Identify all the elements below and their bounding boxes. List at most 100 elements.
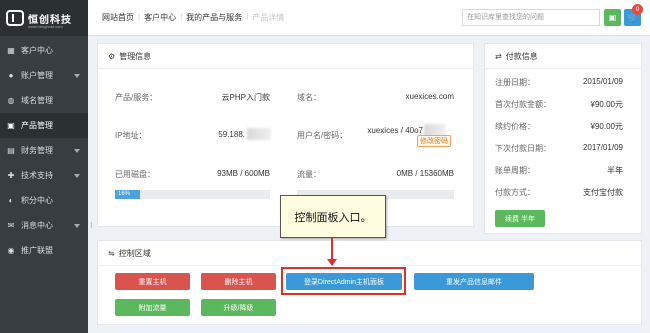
message-icon: ✉ (7, 221, 15, 230)
disk-usage-fill: 16% (115, 190, 140, 199)
annotation-arrow (331, 238, 333, 260)
renew-button[interactable]: 续费 半年 (495, 210, 545, 227)
payment-info-title: 付款信息 (505, 51, 538, 61)
domain-label: 域名： (297, 93, 321, 102)
sidebar-item-4[interactable]: ▤ 财务管理 (0, 138, 88, 163)
payment-row-value: 支付宝付款 (583, 188, 623, 197)
breadcrumb-home[interactable]: 网站首页 (98, 12, 138, 23)
sidebar-item-1[interactable]: ● 账户管理 (0, 63, 88, 88)
cart-count-badge: 0 (632, 4, 643, 15)
payment-row: 注册日期： 2015/01/09 (495, 77, 633, 88)
payment-row-value: 2017/01/09 (582, 143, 623, 152)
ip-label: IP地址： (115, 131, 147, 140)
chevron-down-icon (74, 74, 80, 78)
exchange-icon: ⇄ (495, 51, 502, 61)
breadcrumb-product-detail: 产品详情 (252, 13, 285, 22)
breadcrumb-client-center[interactable]: 客户中心 (140, 12, 180, 23)
product-value: 云PHP入门款 (221, 93, 270, 102)
user-icon: ● (8, 71, 14, 80)
logo[interactable]: 恒创科技 www.henghost.com (0, 0, 88, 36)
sidebar-item-label: 产品管理 (21, 121, 53, 130)
chevron-down-icon (74, 174, 80, 178)
sidebar-item-7[interactable]: ✉ 消息中心 (0, 213, 88, 238)
disk-usage-bar: 16% (115, 190, 270, 199)
box-icon: ▣ (7, 121, 15, 130)
ip-value: 59.188. (218, 130, 245, 139)
drag-handle-icon[interactable]: ⁝ (90, 221, 93, 230)
sidebar-item-2[interactable]: ◍ 域名管理 (0, 88, 88, 113)
book-icon: ▣ (608, 13, 617, 22)
payment-row-label: 下次付款日期： (495, 144, 551, 153)
username-value: xuexices / 40o7 (367, 126, 423, 135)
sidebar-item-label: 财务管理 (21, 146, 53, 155)
wallet-icon: ▤ (7, 146, 15, 155)
breadcrumb: 网站首页 | 客户中心 | 我的产品与服务 | 产品详情 (98, 12, 288, 23)
delete-host-button[interactable]: 删除主机 (201, 273, 276, 290)
payment-row-label: 注册日期： (495, 78, 535, 87)
extra-traffic-button[interactable]: 附加流量 (115, 299, 190, 316)
payment-row: 续约价格： ¥90.00元 (495, 121, 633, 132)
annotation-callout: 控制面板入口。 (280, 195, 386, 238)
payment-row-value: ¥90.00元 (590, 100, 623, 109)
change-password-link[interactable]: 修改密码 (417, 135, 451, 147)
support-icon: ✚ (7, 171, 15, 180)
sidebar-item-label: 消息中心 (21, 221, 53, 230)
annotation-arrow-head (327, 259, 337, 266)
payment-row-label: 账单周期： (495, 166, 535, 175)
payment-row-value: ¥90.00元 (590, 122, 623, 131)
control-area-panel: ⇋ 控制区域 重置主机 删除主机 登录DirectAdmin主机面板 重发产品信… (97, 240, 642, 325)
disk-label: 已用磁盘： (115, 170, 155, 179)
payment-row-label: 续约价格： (495, 122, 535, 131)
sidebar-item-label: 账户管理 (21, 71, 53, 80)
domain-value: xuexices.com (405, 92, 454, 101)
logo-icon (6, 10, 24, 26)
sidebar-nav: ▦ 客户中心 ● 账户管理 ◍ 域名管理 ▣ 产品管理 ▤ 财务管理 ✚ 技术支持 ◐ 积分中心 ✉ 消息中心… (0, 36, 88, 263)
search-input[interactable] (462, 9, 600, 26)
resend-product-email-button[interactable]: 重发产品信息邮件 (414, 273, 534, 290)
payment-row-label: 付款方式： (495, 188, 535, 197)
sidebar: 恒创科技 www.henghost.com ▦ 客户中心 ● 账户管理 ◍ 域名管理 ▣ 产品… (0, 0, 88, 333)
payment-row: 账单周期： 半年 (495, 165, 633, 176)
knowledge-base-button[interactable]: ▣ (604, 9, 621, 26)
chevron-down-icon (74, 149, 80, 153)
reset-host-button[interactable]: 重置主机 (115, 273, 190, 290)
sidebar-item-label: 积分中心 (21, 196, 53, 205)
payment-info-header: ⇄ 付款信息 (485, 44, 641, 69)
management-info-header: ⚙ 管理信息 (98, 44, 473, 69)
promo-icon: ◉ (7, 246, 15, 255)
points-icon: ◐ (8, 196, 14, 205)
sidebar-item-label: 客户中心 (21, 46, 53, 55)
traffic-label: 流量： (297, 170, 321, 179)
topbar: 网站首页 | 客户中心 | 我的产品与服务 | 产品详情 ▣ 🛒 0 (88, 0, 650, 36)
payment-row: 下次付款日期： 2017/01/09 (495, 143, 633, 154)
sidebar-item-8[interactable]: ◉ 推广联盟 (0, 238, 88, 263)
payment-row-value: 半年 (607, 166, 623, 175)
product-label: 产品/服务： (115, 93, 158, 102)
payment-info-panel: ⇄ 付款信息 注册日期： 2015/01/09 首次付款金额： ¥90.00元 续约价格… (484, 43, 642, 234)
control-area-header: ⇋ 控制区域 (98, 241, 641, 266)
sidebar-item-5[interactable]: ✚ 技术支持 (0, 163, 88, 188)
traffic-value: 0MB / 15360MB (396, 169, 454, 178)
sidebar-item-label: 技术支持 (21, 171, 53, 180)
directadmin-highlight-box (281, 267, 406, 295)
breadcrumb-my-products[interactable]: 我的产品与服务 (182, 12, 246, 23)
payment-row: 付款方式： 支付宝付款 (495, 187, 633, 198)
payment-row-value: 2015/01/09 (582, 77, 623, 86)
username-label: 用户名/密码： (297, 131, 348, 140)
logo-subtitle: www.henghost.com (28, 24, 63, 29)
control-area-title: 控制区域 (118, 248, 151, 258)
globe-icon: ◍ (7, 96, 15, 105)
sidebar-item-6[interactable]: ◐ 积分中心 (0, 188, 88, 213)
disk-value: 93MB / 600MB (217, 169, 270, 178)
gears-icon: ⚙ (108, 51, 116, 61)
sidebar-item-label: 推广联盟 (21, 246, 53, 255)
payment-row: 首次付款金额： ¥90.00元 (495, 99, 633, 110)
sidebar-item-3[interactable]: ▣ 产品管理 (0, 113, 88, 138)
chevron-down-icon (74, 224, 80, 228)
sidebar-item-0[interactable]: ▦ 客户中心 (0, 38, 88, 63)
ip-redacted (247, 128, 271, 140)
upgrade-downgrade-button[interactable]: 升级/降级 (201, 299, 276, 316)
sidebar-item-label: 域名管理 (21, 96, 53, 105)
grid-icon: ▦ (7, 46, 15, 55)
payment-row-label: 首次付款金额： (495, 100, 551, 109)
